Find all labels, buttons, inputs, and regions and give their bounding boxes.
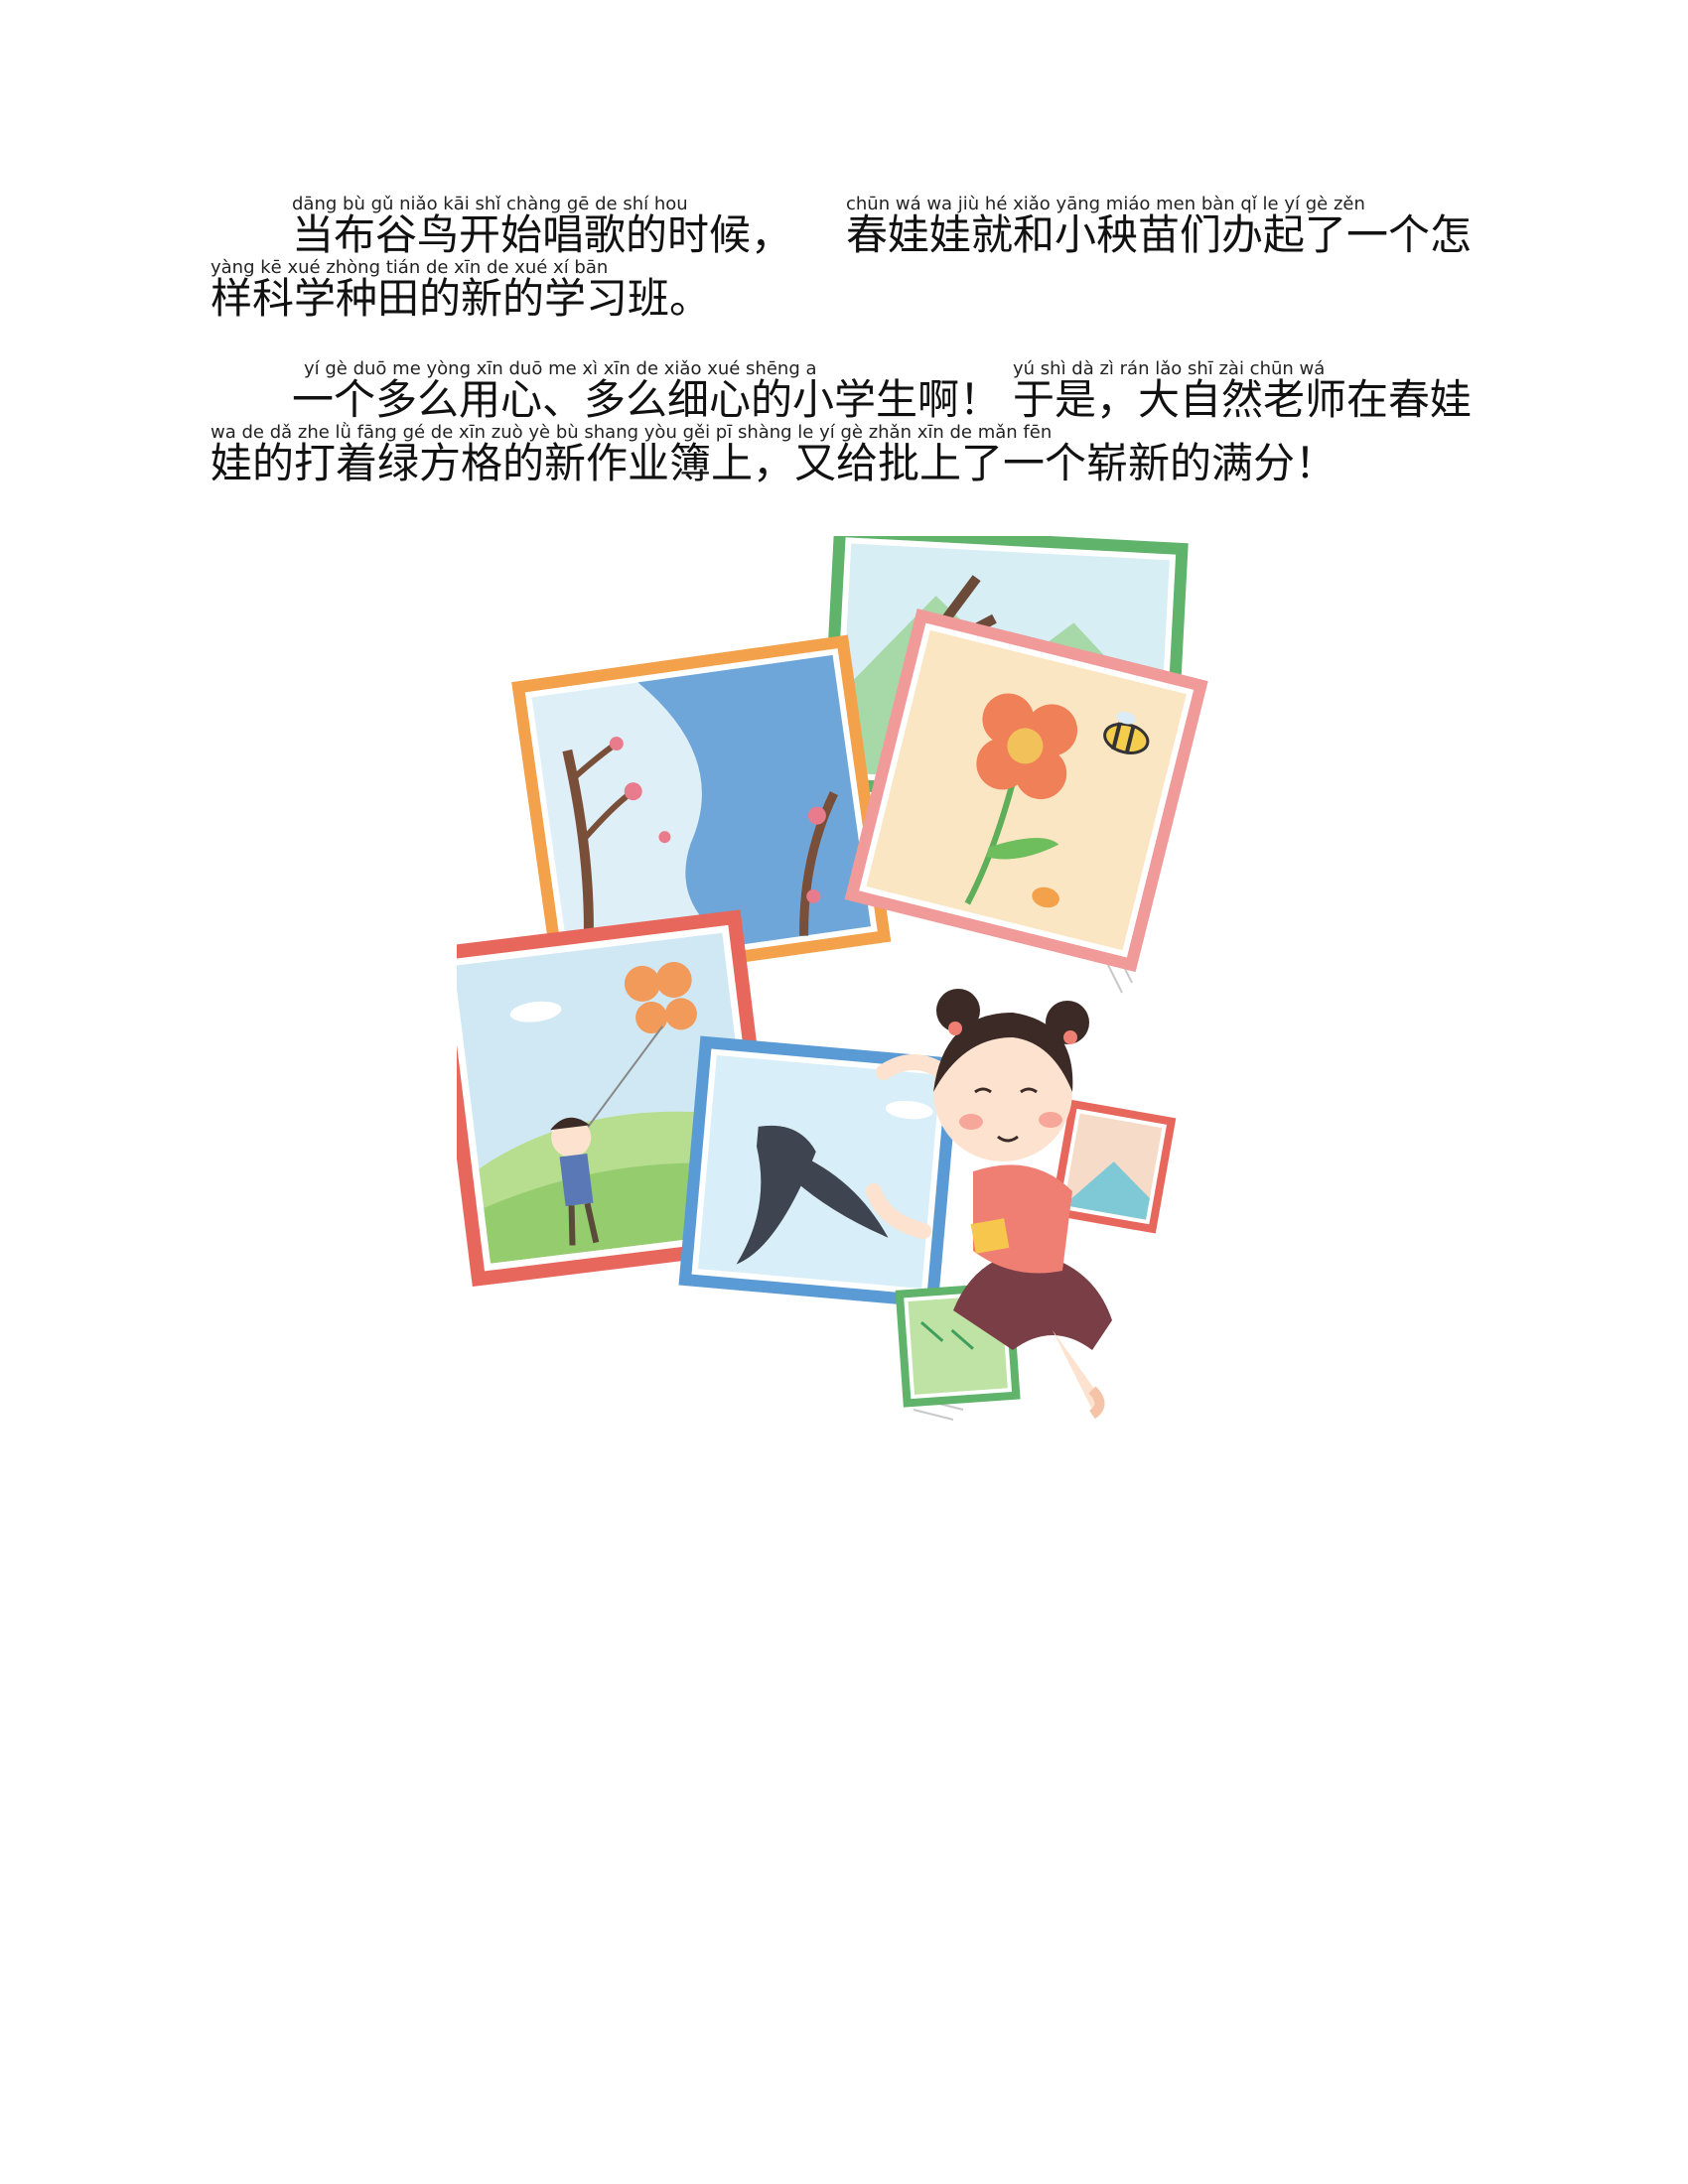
- paragraph-2: yí gè duō me yòng xīn duō me xì xīn de x…: [211, 359, 1501, 504]
- hanzi: 娃的打着绿方格的新作业簿上，又给批上了一个崭新的满分！: [211, 439, 1337, 487]
- hanzi: 当布谷鸟开始唱歌的时候，: [292, 210, 793, 259]
- girl-with-paintings-illustration: [457, 536, 1208, 1421]
- painting-flower-bee: [844, 609, 1208, 973]
- paragraph-1: dāng bù gǔ niǎo kāi shǐ chàng gē de shí …: [211, 195, 1501, 340]
- hanzi: 样科学种田的新的学习班。: [211, 274, 712, 323]
- painting-swallow: [678, 1035, 960, 1308]
- storybook-page: dāng bù gǔ niǎo kāi shǐ chàng gē de shí …: [0, 0, 1688, 2184]
- hanzi: 于是，大自然老师在春娃: [1013, 375, 1473, 424]
- hanzi: 春娃娃就和小秧苗们办起了一个怎: [846, 210, 1473, 259]
- painting-small-field: [1050, 1099, 1177, 1234]
- hanzi: 一个多么用心、多么细心的小学生啊！: [292, 375, 1002, 424]
- line-2: yàng kē xué zhòng tián de xīn de xué xí …: [211, 258, 1501, 340]
- line-2: wa de dǎ zhe lǜ fāng gé de xīn zuò yè bù…: [211, 423, 1501, 504]
